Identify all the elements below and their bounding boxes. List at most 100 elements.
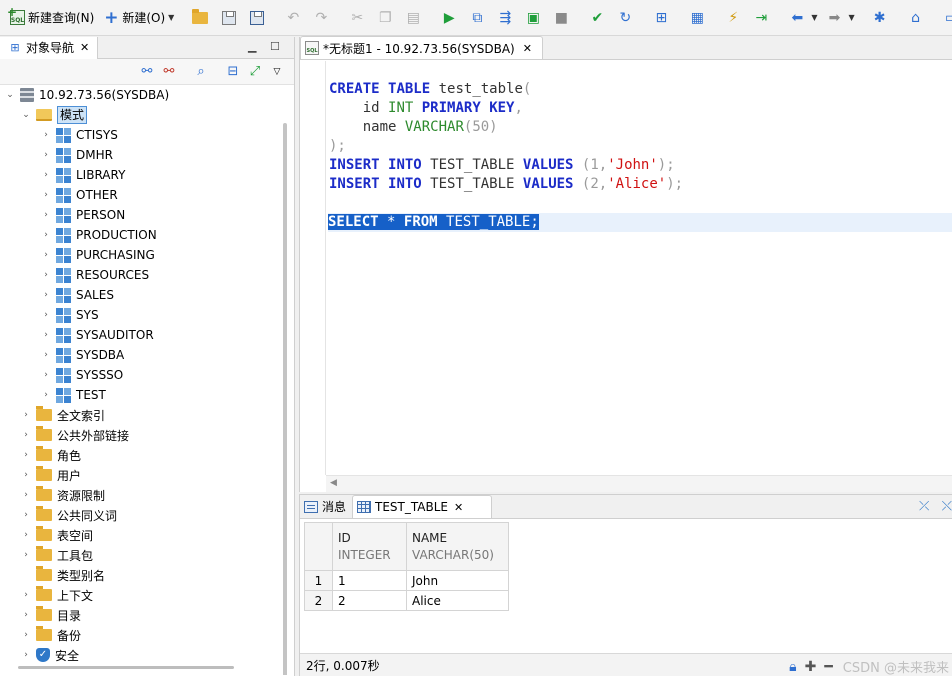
expand-icon[interactable]: › bbox=[40, 170, 52, 180]
close-icon[interactable]: ✕ bbox=[80, 41, 89, 54]
tree-node-schema[interactable]: › PERSON bbox=[0, 205, 294, 225]
expand-icon[interactable]: › bbox=[20, 530, 32, 540]
layout-button[interactable]: ▭▼ bbox=[938, 5, 952, 31]
bug-button[interactable]: ✱ bbox=[866, 5, 894, 31]
save-button[interactable] bbox=[215, 5, 243, 31]
tree-node-folder[interactable]: › 资源限制 bbox=[0, 485, 294, 505]
expand-icon[interactable]: › bbox=[40, 230, 52, 240]
expand-icon[interactable]: › bbox=[20, 550, 32, 560]
forward-button[interactable]: ➡ ▼ bbox=[820, 5, 857, 31]
tree-node-folder[interactable]: › 公共外部链接 bbox=[0, 425, 294, 445]
copy-button[interactable]: ❐ bbox=[371, 5, 399, 31]
expand-icon[interactable]: › bbox=[20, 630, 32, 640]
expand-icon[interactable]: › bbox=[40, 150, 52, 160]
explain-button[interactable]: ⊞ bbox=[647, 5, 675, 31]
expand-icon[interactable]: › bbox=[40, 370, 52, 380]
paste-button[interactable]: ▤ bbox=[399, 5, 427, 31]
new-dropdown-icon[interactable]: ▼ bbox=[168, 13, 174, 22]
close-icon[interactable]: ✕ bbox=[523, 42, 532, 55]
stop-button[interactable]: ■ bbox=[547, 5, 575, 31]
disconnect-icon[interactable]: ⚯ bbox=[161, 64, 177, 80]
tree-node-folder[interactable]: › 角色 bbox=[0, 445, 294, 465]
tree-node-schema[interactable]: › SYSSSO bbox=[0, 365, 294, 385]
expand-icon[interactable]: › bbox=[40, 210, 52, 220]
tab-object-navigator[interactable]: ⊞ 对象导航 ✕ bbox=[0, 36, 99, 59]
tree-node-folder[interactable]: › ✓ 安全 bbox=[0, 645, 294, 665]
expand-icon[interactable]: › bbox=[20, 650, 32, 660]
save-all-button[interactable] bbox=[243, 5, 271, 31]
step-button[interactable]: ⇥ bbox=[747, 5, 775, 31]
tab-untitled-query[interactable]: SQL *无标题1 - 10.92.73.56(SYSDBA) ✕ bbox=[300, 36, 543, 59]
back-dropdown-icon[interactable]: ▼ bbox=[811, 13, 817, 22]
expand-icon[interactable]: › bbox=[20, 470, 32, 480]
expand-icon[interactable]: › bbox=[40, 310, 52, 320]
rollback-button[interactable]: ↻ bbox=[611, 5, 639, 31]
cell-name[interactable]: John bbox=[406, 570, 509, 591]
commit-button[interactable]: ✔ bbox=[583, 5, 611, 31]
open-button[interactable] bbox=[185, 5, 215, 31]
close-icon[interactable]: ✕ bbox=[454, 501, 463, 514]
tree-node-folder[interactable]: › 上下文 bbox=[0, 585, 294, 605]
expand-icon[interactable]: › bbox=[20, 430, 32, 440]
expand-icon[interactable]: › bbox=[20, 510, 32, 520]
cut-button[interactable]: ✂ bbox=[343, 5, 371, 31]
collapse-icon[interactable]: ⌄ bbox=[20, 110, 32, 120]
expand-icon[interactable]: › bbox=[40, 130, 52, 140]
expand-icon[interactable]: › bbox=[40, 270, 52, 280]
expand-icon[interactable]: › bbox=[40, 350, 52, 360]
tree-node-schema[interactable]: › CTISYS bbox=[0, 125, 294, 145]
tree-node-folder[interactable]: › 工具包 bbox=[0, 545, 294, 565]
new-button[interactable]: + 新建(O) ▼ bbox=[97, 5, 177, 31]
expand-icon[interactable]: › bbox=[40, 390, 52, 400]
tree-node-folder[interactable]: › 全文索引 bbox=[0, 405, 294, 425]
undo-button[interactable]: ↶ bbox=[279, 5, 307, 31]
expand-icon[interactable]: › bbox=[20, 490, 32, 500]
collapse-all-icon[interactable]: ⊟ bbox=[225, 64, 241, 80]
tree-node-folder[interactable]: › 表空间 bbox=[0, 525, 294, 545]
tree-node-folder[interactable]: 类型别名 bbox=[0, 565, 294, 585]
cell-name[interactable]: Alice bbox=[406, 590, 509, 611]
expand-icon[interactable]: › bbox=[40, 330, 52, 340]
tree-node-schema[interactable]: › LIBRARY bbox=[0, 165, 294, 185]
expand-icon[interactable]: ⤢ bbox=[247, 64, 263, 80]
home-button[interactable]: ⌂ bbox=[902, 5, 930, 31]
schedule-button[interactable]: ▦ bbox=[683, 5, 711, 31]
cell-id[interactable]: 1 bbox=[332, 570, 407, 591]
scroll-left-icon[interactable]: ◀ bbox=[330, 478, 337, 488]
lock-icon[interactable]: 🔒︎ bbox=[789, 659, 796, 675]
tree-node-folder[interactable]: › 公共同义词 bbox=[0, 505, 294, 525]
view-menu-icon[interactable]: ▽ bbox=[269, 64, 285, 80]
tree-node-folder[interactable]: › 备份 bbox=[0, 625, 294, 645]
expand-icon[interactable]: › bbox=[20, 610, 32, 620]
tree-node-schema[interactable]: › PURCHASING bbox=[0, 245, 294, 265]
selected-text[interactable]: SELECT * FROM TEST_TABLE; bbox=[328, 214, 539, 230]
column-header-id[interactable]: ID INTEGER bbox=[332, 522, 407, 571]
expand-icon[interactable]: › bbox=[20, 590, 32, 600]
tree-node-schema[interactable]: › OTHER bbox=[0, 185, 294, 205]
expand-icon[interactable]: › bbox=[20, 410, 32, 420]
tree-node-schema[interactable]: › SYSDBA bbox=[0, 345, 294, 365]
tree-node-schemas[interactable]: ⌄ 模式 bbox=[0, 105, 294, 125]
tab-test-table[interactable]: TEST_TABLE ✕ bbox=[352, 495, 493, 518]
connect-icon[interactable]: ⚯ bbox=[139, 64, 155, 80]
tree-node-schema[interactable]: › SYS bbox=[0, 305, 294, 325]
minimize-icon[interactable]: ▁ bbox=[248, 40, 256, 53]
back-button[interactable]: ⬅ ▼ bbox=[783, 5, 820, 31]
run-script-button[interactable]: ⇶ bbox=[491, 5, 519, 31]
navigator-scrollbar[interactable] bbox=[283, 123, 287, 675]
tree-node-schema[interactable]: › SYSAUDITOR bbox=[0, 325, 294, 345]
search-icon[interactable]: ⌕ bbox=[193, 64, 209, 80]
navigator-hscrollbar[interactable] bbox=[18, 666, 234, 669]
run-file-button[interactable]: ▣ bbox=[519, 5, 547, 31]
expand-icon[interactable]: › bbox=[40, 250, 52, 260]
pin-icon[interactable]: ⤬ bbox=[942, 499, 952, 514]
debug-button[interactable]: ⚡ bbox=[719, 5, 747, 31]
expand-icon[interactable]: › bbox=[40, 190, 52, 200]
redo-button[interactable]: ↷ bbox=[307, 5, 335, 31]
table-row[interactable]: 1 1 John bbox=[304, 570, 509, 591]
run-button[interactable]: ▶ bbox=[435, 5, 463, 31]
tree-node-folder[interactable]: › 用户 bbox=[0, 465, 294, 485]
tree-node-schema[interactable]: › TEST bbox=[0, 385, 294, 405]
tree-node-folder[interactable]: › 目录 bbox=[0, 605, 294, 625]
collapse-icon[interactable]: ⌄ bbox=[4, 90, 16, 100]
